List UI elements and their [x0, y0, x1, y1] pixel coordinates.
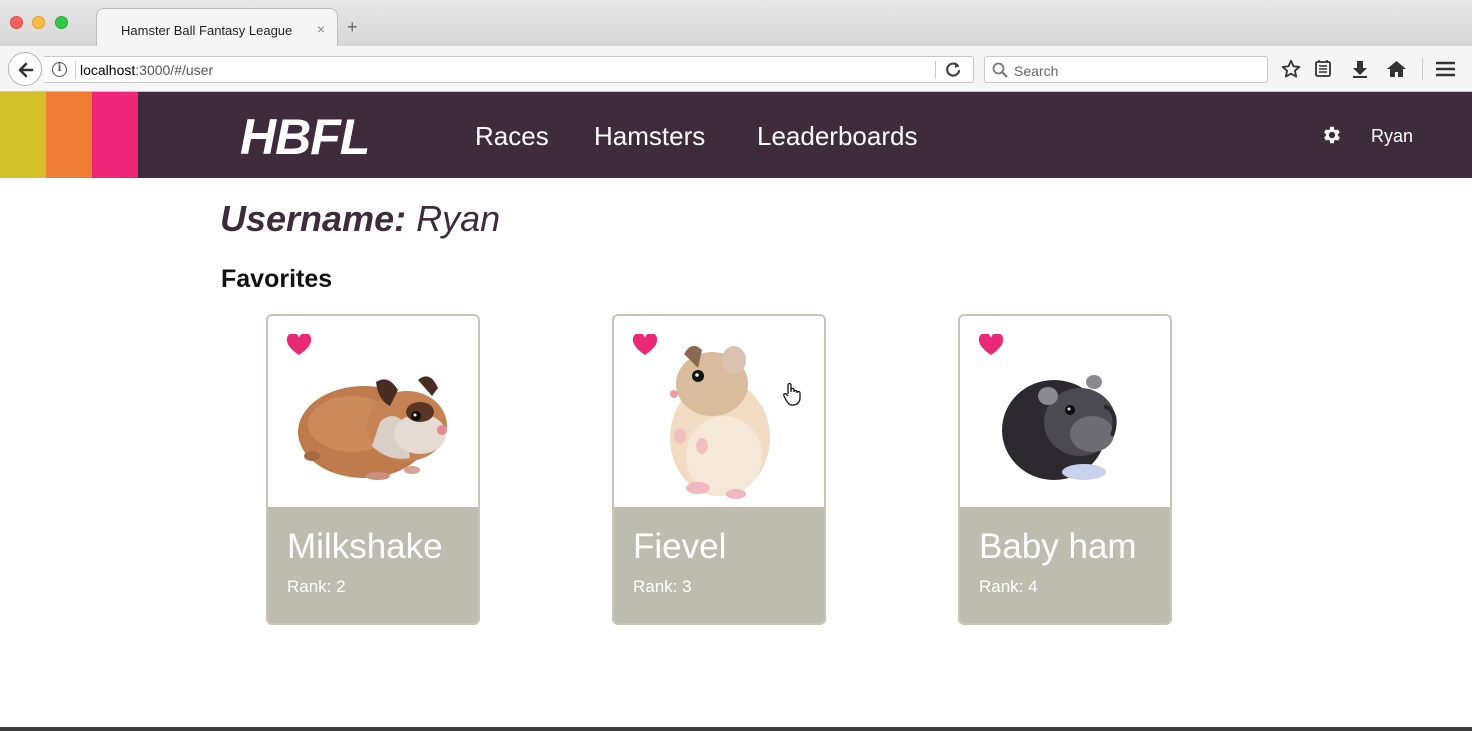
username-heading: Username: Ryan: [220, 198, 500, 240]
url-bar[interactable]: i localhost:3000/#/user: [44, 56, 974, 83]
window-minimize-button[interactable]: [32, 16, 45, 29]
hamster-rank: Rank: 3: [633, 577, 692, 596]
search-placeholder: Search: [1014, 63, 1059, 79]
username-label: Username:: [220, 198, 407, 239]
heart-icon[interactable]: [286, 334, 312, 356]
search-icon: [992, 62, 1008, 78]
hamster-rank: Rank: 4: [979, 577, 1038, 596]
url-text[interactable]: localhost:3000/#/user: [80, 62, 213, 78]
download-icon[interactable]: [1351, 59, 1369, 79]
hamster-image: [614, 316, 824, 507]
app-header: HBFL Races Hamsters Leaderboards Ryan: [0, 92, 1472, 178]
hamster-name[interactable]: Fievel: [633, 527, 726, 567]
hamster-image: [268, 316, 478, 507]
favorite-card[interactable]: Milkshake Rank: 2: [266, 314, 480, 625]
brand-stripe-orange: [46, 92, 92, 178]
browser-toolbar: i localhost:3000/#/user Search: [0, 46, 1472, 92]
nav-hamsters[interactable]: Hamsters: [594, 121, 705, 152]
browser-window: Hamster Ball Fantasy League × + i localh…: [0, 0, 1472, 731]
username-value: Ryan: [416, 198, 501, 239]
reading-list-icon[interactable]: [1314, 59, 1332, 79]
hamster-rank: Rank: 2: [287, 577, 346, 596]
hamster-name[interactable]: Baby ham: [979, 527, 1137, 567]
app-logo[interactable]: HBFL: [240, 108, 370, 166]
brand-stripe-pink: [92, 92, 138, 178]
settings-gear-icon[interactable]: [1321, 124, 1343, 146]
hand-cursor-icon: [783, 382, 801, 406]
home-icon[interactable]: [1386, 59, 1407, 79]
nav-races[interactable]: Races: [475, 121, 549, 152]
menu-icon[interactable]: [1436, 59, 1455, 79]
info-icon[interactable]: i: [52, 62, 67, 77]
bookmark-star-icon[interactable]: [1281, 59, 1301, 79]
favorites-heading: Favorites: [221, 265, 333, 293]
url-path: :3000/#/user: [135, 62, 214, 78]
back-button[interactable]: [8, 52, 42, 86]
reload-icon[interactable]: [943, 60, 963, 80]
favorite-card[interactable]: Baby ham Rank: 4: [958, 314, 1172, 625]
reload-divider: [935, 61, 936, 79]
new-tab-button[interactable]: +: [347, 18, 358, 36]
nav-leaderboards[interactable]: Leaderboards: [757, 121, 917, 152]
back-arrow-icon: [18, 62, 34, 78]
browser-tab[interactable]: Hamster Ball Fantasy League ×: [96, 8, 338, 46]
hamster-baby-ham-illustration: [1002, 375, 1117, 480]
search-bar[interactable]: Search: [984, 56, 1268, 83]
card-footer: Fievel Rank: 3: [614, 507, 824, 623]
hamster-fievel-illustration: [670, 345, 770, 499]
tab-close-icon[interactable]: ×: [317, 21, 325, 37]
url-divider: [75, 61, 76, 79]
window-close-button[interactable]: [10, 16, 23, 29]
url-host: localhost: [80, 62, 136, 78]
brand-stripe-yellow: [0, 92, 46, 178]
hamster-image: [960, 316, 1170, 507]
card-footer: Milkshake Rank: 2: [268, 507, 478, 623]
toolbar-divider: [1422, 58, 1423, 80]
heart-icon[interactable]: [632, 334, 658, 356]
favorite-card[interactable]: Fievel Rank: 3: [612, 314, 826, 625]
current-user-link[interactable]: Ryan: [1371, 126, 1413, 147]
tab-strip: Hamster Ball Fantasy League × +: [0, 0, 1472, 46]
hamster-name[interactable]: Milkshake: [287, 527, 443, 567]
tab-title: Hamster Ball Fantasy League: [121, 23, 293, 38]
hamster-milkshake-illustration: [298, 376, 447, 480]
card-footer: Baby ham Rank: 4: [960, 507, 1170, 623]
heart-icon[interactable]: [978, 334, 1004, 356]
window-maximize-button[interactable]: [55, 16, 68, 29]
